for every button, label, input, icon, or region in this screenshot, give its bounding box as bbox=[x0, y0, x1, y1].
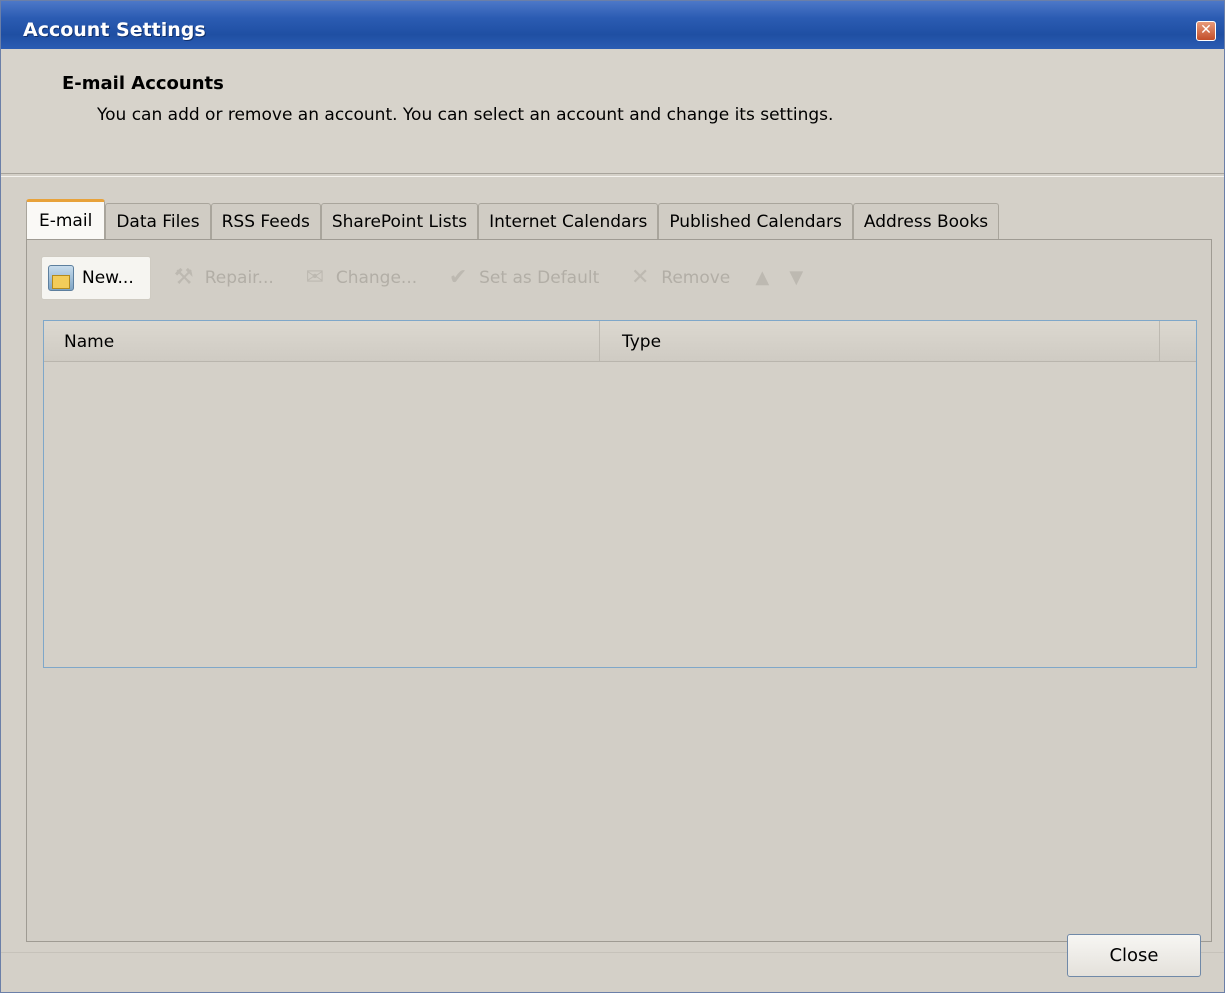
header-description: You can add or remove an account. You ca… bbox=[97, 105, 834, 125]
header-separator bbox=[1, 173, 1224, 177]
remove-button[interactable]: ✕ Remove bbox=[621, 256, 738, 300]
repair-label: Repair... bbox=[204, 268, 274, 288]
change-button[interactable]: ✉ Change... bbox=[296, 256, 425, 300]
x-icon: ✕ bbox=[631, 265, 650, 290]
tab-email[interactable]: E-mail bbox=[26, 199, 106, 239]
mailbox-icon bbox=[48, 265, 74, 291]
tab-published-calendars[interactable]: Published Calendars bbox=[658, 203, 853, 239]
tab-strip: E-mail Data Files RSS Feeds SharePoint L… bbox=[26, 199, 1000, 239]
checkmark-icon: ✔ bbox=[448, 265, 468, 290]
tab-address-books[interactable]: Address Books bbox=[852, 203, 1000, 239]
account-settings-window: Account Settings ✕ E-mail Accounts You c… bbox=[0, 0, 1225, 993]
remove-label: Remove bbox=[661, 268, 731, 288]
dialog-header: E-mail Accounts You can add or remove an… bbox=[1, 49, 1224, 174]
email-tab-panel: New... ⚒ Repair... ✉ Change... ✔ Set as … bbox=[26, 239, 1212, 942]
tab-data-files[interactable]: Data Files bbox=[105, 203, 211, 239]
tab-internet-calendars[interactable]: Internet Calendars bbox=[478, 203, 659, 239]
column-header-name[interactable]: Name bbox=[44, 321, 600, 361]
title-bar[interactable]: Account Settings ✕ bbox=[1, 1, 1224, 49]
new-account-button[interactable]: New... bbox=[41, 256, 151, 300]
repair-button[interactable]: ⚒ Repair... bbox=[165, 256, 282, 300]
list-header: Name Type bbox=[44, 321, 1196, 362]
header-title: E-mail Accounts bbox=[62, 73, 224, 94]
footer-separator bbox=[1, 952, 1224, 953]
change-label: Change... bbox=[335, 268, 418, 288]
new-account-label: New... bbox=[82, 268, 134, 288]
envelope-icon: ✉ bbox=[305, 265, 325, 290]
tab-rss-feeds[interactable]: RSS Feeds bbox=[210, 203, 321, 239]
arrow-down-icon[interactable]: ▼ bbox=[786, 265, 806, 291]
close-button[interactable]: Close bbox=[1067, 934, 1201, 977]
window-title: Account Settings bbox=[23, 19, 206, 41]
accounts-list[interactable]: Name Type bbox=[43, 320, 1197, 668]
account-toolbar: New... ⚒ Repair... ✉ Change... ✔ Set as … bbox=[41, 256, 820, 300]
arrow-up-icon[interactable]: ▲ bbox=[752, 265, 772, 291]
tools-icon: ⚒ bbox=[173, 265, 194, 290]
column-header-type[interactable]: Type bbox=[600, 321, 1160, 361]
close-window-icon[interactable]: ✕ bbox=[1196, 21, 1216, 41]
set-as-default-button[interactable]: ✔ Set as Default bbox=[439, 256, 607, 300]
tab-sharepoint-lists[interactable]: SharePoint Lists bbox=[320, 203, 479, 239]
set-as-default-label: Set as Default bbox=[479, 268, 600, 288]
